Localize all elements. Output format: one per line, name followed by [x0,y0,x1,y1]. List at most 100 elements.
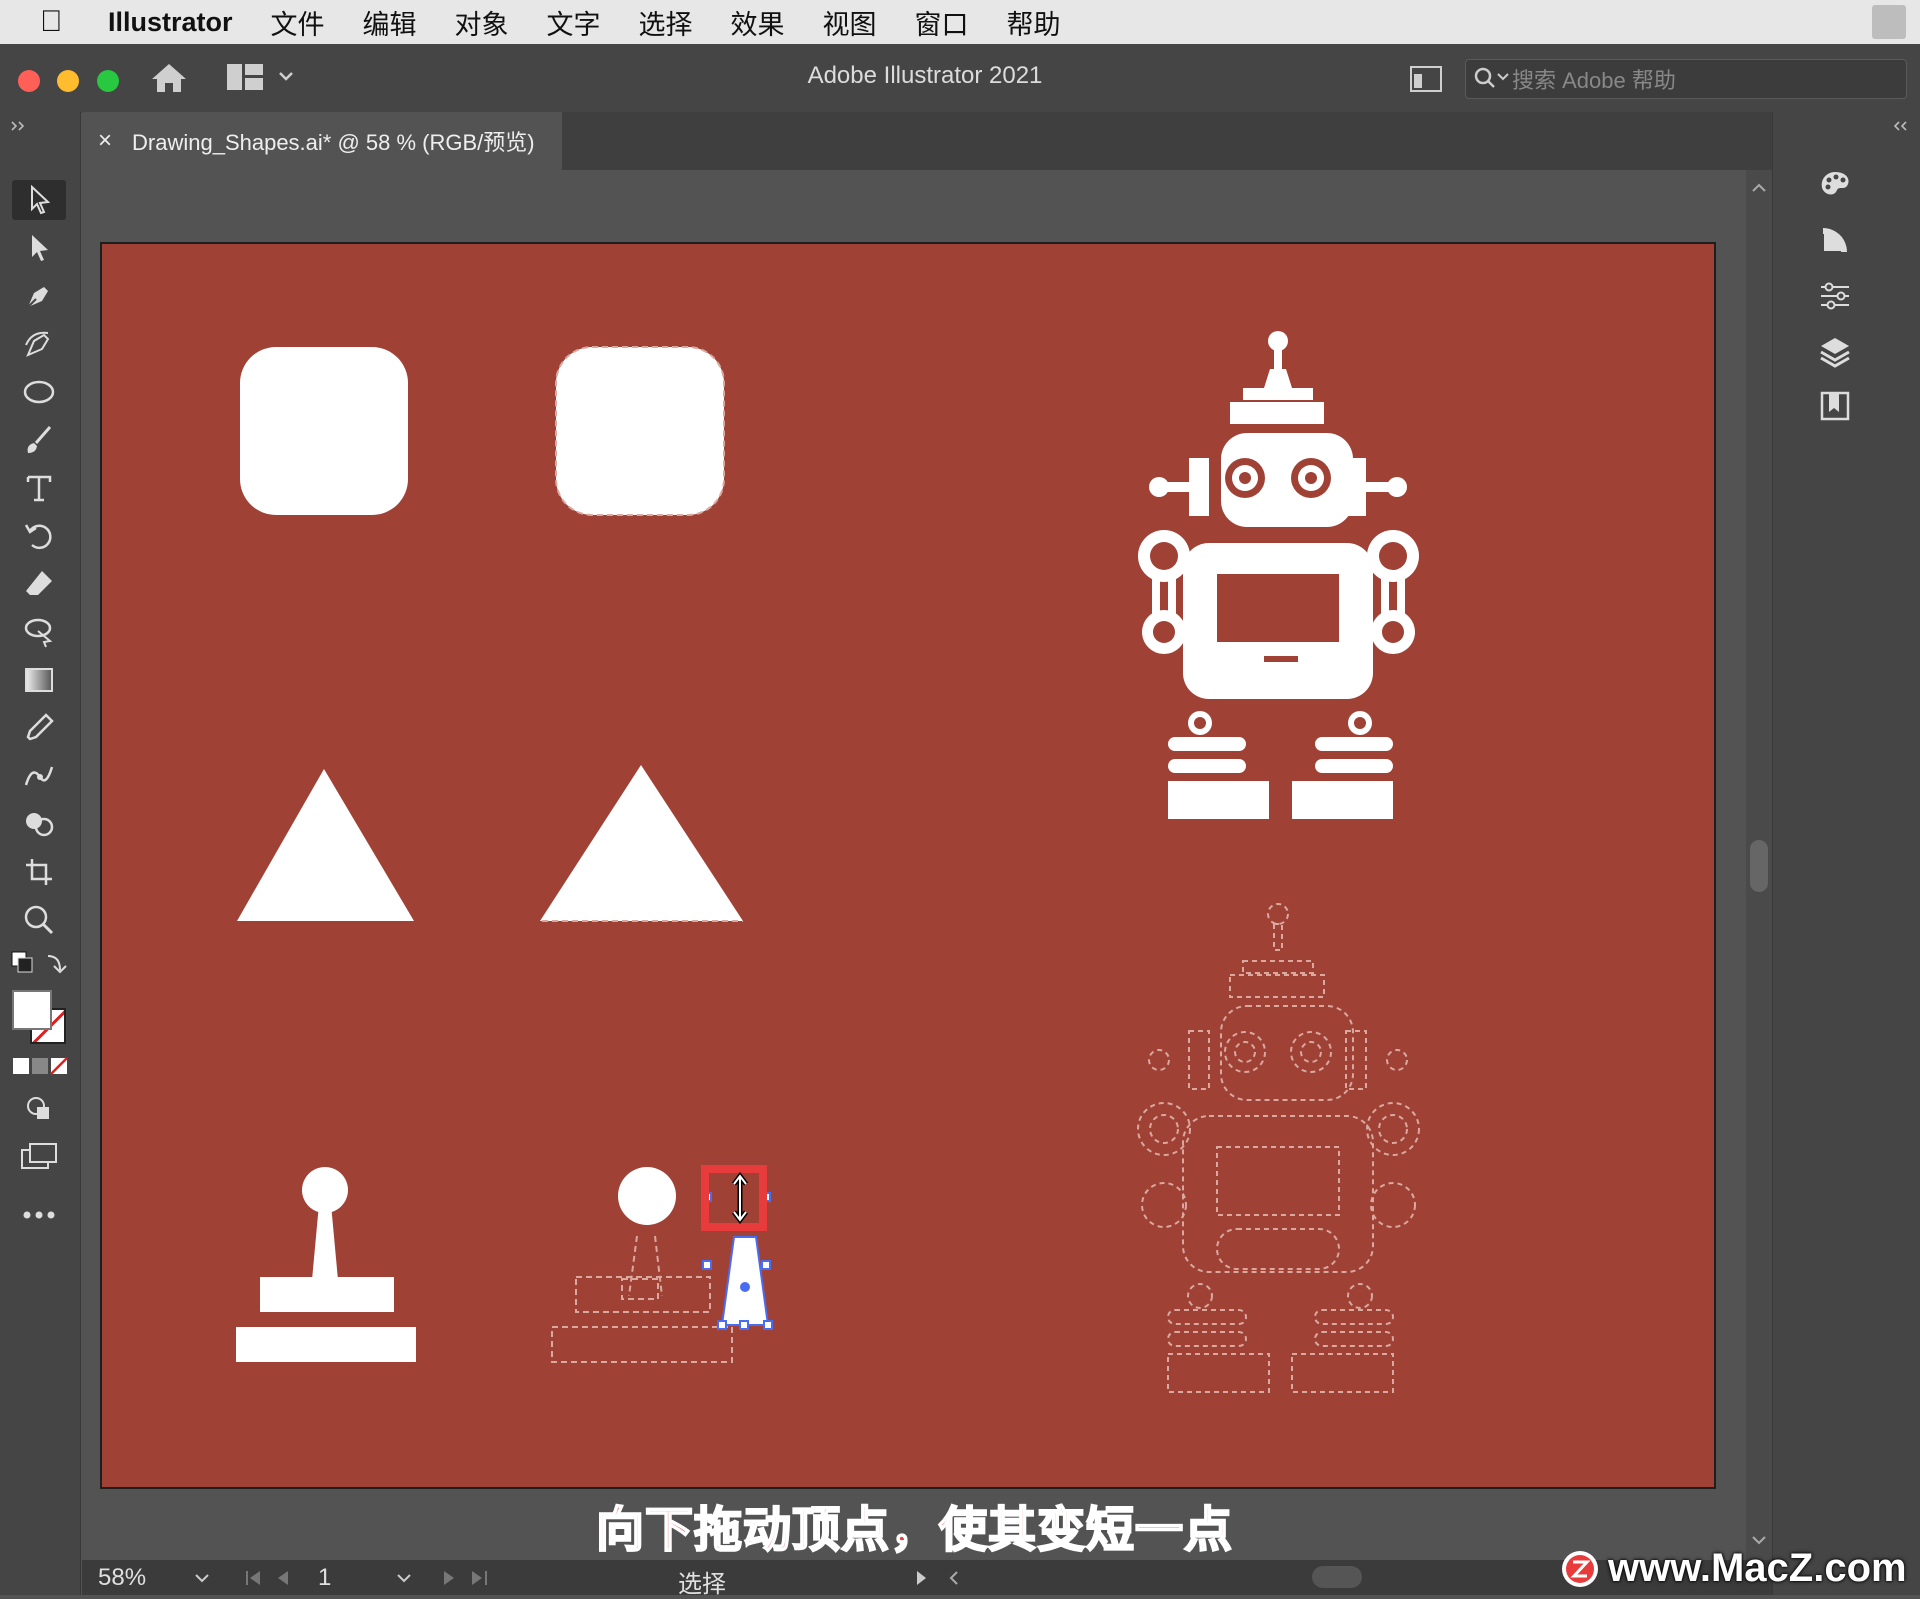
vertical-scroll-thumb[interactable] [1750,840,1768,892]
menu-app-name[interactable]: Illustrator [108,7,233,38]
color-panel-button[interactable] [1809,162,1861,206]
menu-edit[interactable]: 编辑 [363,3,417,42]
horizontal-scroll-thumb[interactable] [1312,1566,1362,1588]
ellipse-tool[interactable] [12,372,66,412]
properties-icon [1821,282,1849,310]
menubar-status-icon[interactable] [1872,5,1906,39]
menu-help[interactable]: 帮助 [1007,3,1061,42]
search-icon [1474,67,1509,88]
vertical-resize-cursor-icon [732,1171,748,1225]
gradient-panel-button[interactable] [1809,218,1861,262]
lasso-tool[interactable] [12,612,66,652]
close-tab-icon[interactable]: × [98,127,112,155]
watermark: www.MacZ.com [1560,1546,1907,1591]
scroll-up-icon[interactable] [1751,182,1767,194]
artwork [236,331,1420,1393]
current-tool-status: 选择 [678,1571,726,1598]
paintbrush-tool[interactable] [12,420,66,460]
close-window-button[interactable] [18,70,40,92]
highlight-box [701,1165,767,1231]
fill-stroke-swatch[interactable] [12,990,68,1046]
menu-select[interactable]: 选择 [639,3,693,42]
swap-default-colors-icon[interactable] [10,950,68,978]
more-tools-icon[interactable] [22,1210,56,1220]
minimize-window-button[interactable] [57,70,79,92]
search-help-field[interactable]: 搜索 Adobe 帮助 [1465,59,1907,99]
zoom-level[interactable]: 58% [98,1564,146,1592]
properties-panel-button[interactable] [1809,274,1861,318]
curvature-icon [25,331,50,357]
type-tool[interactable] [12,468,66,508]
menu-effect[interactable]: 效果 [731,3,785,42]
zoom-tool[interactable] [12,900,66,940]
zoom-window-button[interactable] [97,70,119,92]
eraser-icon [26,571,52,595]
ellipse-icon [23,380,55,404]
collapse-dock-icon[interactable] [1891,120,1909,132]
rotate-tool[interactable] [12,516,66,556]
status-bar: 58% 1 选择 [82,1560,1772,1598]
menu-file[interactable]: 文件 [271,3,325,42]
zoom-dropdown-icon[interactable] [194,1572,210,1584]
triangle-shape[interactable] [237,769,414,921]
curvature-tool[interactable] [12,324,66,364]
color-panel-icon [1821,172,1849,195]
gradient-icon [25,668,53,692]
fill-swatch[interactable] [12,990,52,1030]
robot-template-guide [1137,903,1420,1393]
eraser-tool[interactable] [12,564,66,604]
collapse-panel-icon[interactable] [10,120,28,132]
panel-dock [1772,112,1920,1595]
menu-object[interactable]: 对象 [455,3,509,42]
eyedropper-tool[interactable] [12,708,66,748]
next-last-artboard-icon[interactable] [438,1568,498,1588]
joystick-in-progress[interactable] [551,1165,773,1363]
home-icon[interactable] [150,62,188,94]
menu-type[interactable]: 文字 [547,3,601,42]
vertical-scrollbar[interactable] [1746,170,1772,1560]
joystick-shape[interactable] [236,1167,416,1362]
puppet-warp-tool[interactable] [12,756,66,796]
zoom-icon [24,905,54,935]
gradient-tool[interactable] [12,660,66,700]
menu-view[interactable]: 视图 [823,3,877,42]
selection-tool[interactable] [12,180,66,220]
rounded-square-shape-copy[interactable] [555,346,725,516]
type-icon [26,475,52,502]
artboard[interactable] [100,242,1716,1489]
screen-mode-icon[interactable] [20,1142,58,1170]
menu-window[interactable]: 窗口 [915,3,969,42]
arrange-documents-icon[interactable] [1410,66,1442,92]
layers-panel-button[interactable] [1809,330,1861,374]
apple-icon[interactable]:  [40,5,80,39]
first-previous-artboard-icon[interactable] [242,1568,302,1588]
scroll-left-icon[interactable] [948,1570,960,1586]
shape-builder-tool[interactable] [12,804,66,844]
artboard-tool[interactable] [12,852,66,892]
workspace-icon[interactable] [227,64,263,90]
libraries-panel-button[interactable] [1809,384,1861,428]
draw-mode-icon[interactable] [24,1094,54,1122]
color-mode-icon[interactable] [12,1056,68,1076]
selection-icon [31,184,51,215]
chevron-down-icon[interactable] [278,70,294,82]
direct-selection-icon [32,235,48,261]
artboard-icon [26,859,52,885]
tutorial-caption: 向下拖动顶点，使其变短一点 [595,1503,1234,1558]
document-tabbar: × Drawing_Shapes.ai* @ 58 % (RGB/预览) [82,112,1772,170]
eyedropper-icon [26,713,54,741]
pen-tool[interactable] [12,276,66,316]
macz-logo-icon [1562,1550,1598,1587]
rotate-icon [24,524,52,550]
app-titlebar: Adobe Illustrator 2021 搜索 Adobe 帮助 [0,44,1920,113]
watermark-text: www.MacZ.com [1608,1546,1907,1590]
artboard-number[interactable]: 1 [318,1564,331,1592]
rounded-square-shape[interactable] [240,347,408,515]
triangle-shape-copy[interactable] [540,765,743,921]
document-tab-label: Drawing_Shapes.ai* @ 58 % (RGB/预览) [132,130,535,155]
artboard-dropdown-icon[interactable] [396,1572,412,1584]
direct-selection-tool[interactable] [12,228,66,268]
scroll-down-icon[interactable] [1751,1534,1767,1546]
document-tab[interactable]: × Drawing_Shapes.ai* @ 58 % (RGB/预览) [82,112,562,170]
status-menu-arrow-icon[interactable] [914,1568,928,1588]
